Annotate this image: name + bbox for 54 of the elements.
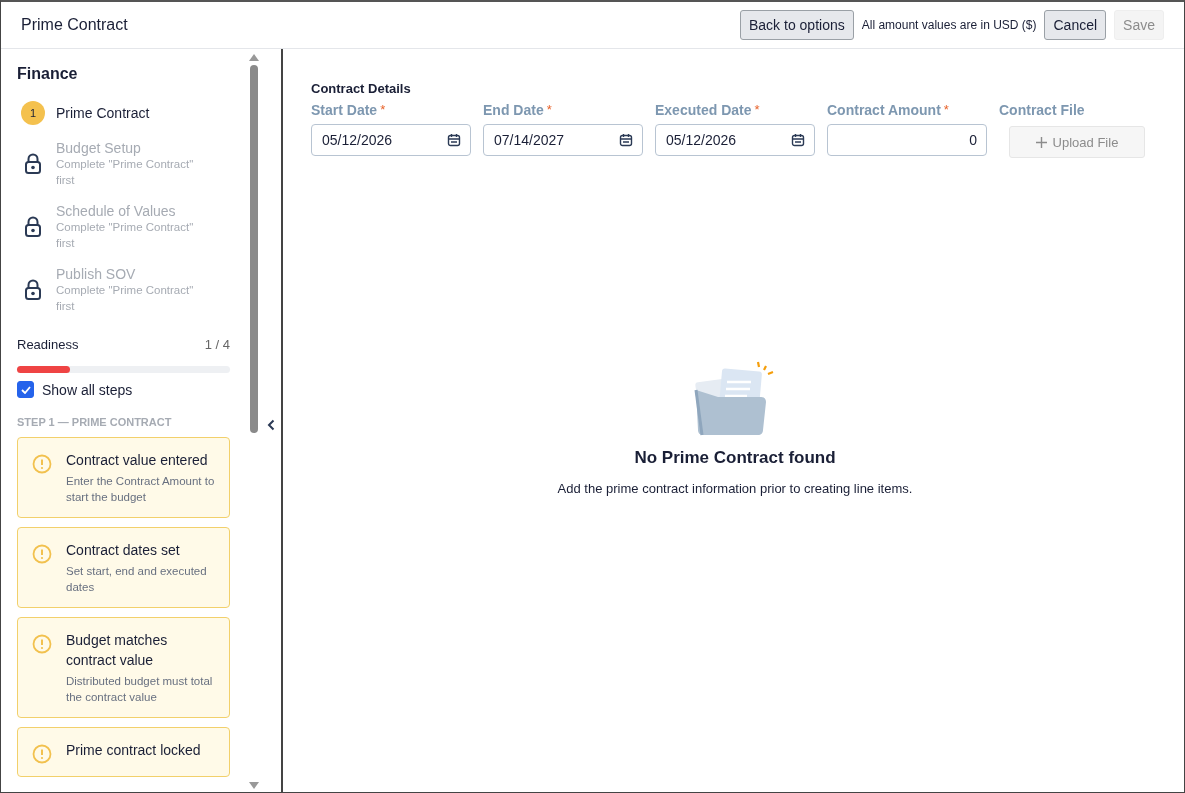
card-description: Enter the Contract Amount to start the budget xyxy=(66,474,215,505)
readiness-count: 1 / 4 xyxy=(204,337,230,352)
step-title[interactable]: Prime Contract xyxy=(56,105,150,121)
window-title: Prime Contract xyxy=(21,16,128,34)
card-title: Contract dates set xyxy=(66,541,181,560)
field-label: Contract File xyxy=(999,102,1085,118)
calendar-icon[interactable] xyxy=(447,133,461,147)
card-title: Budget matches contract value xyxy=(66,631,169,670)
section-heading: STEP 1 — PRIME CONTRACT xyxy=(17,416,173,428)
show-all-steps-checkbox[interactable] xyxy=(17,381,34,398)
lock-icon xyxy=(24,279,42,301)
cancel-button[interactable]: Cancel xyxy=(1044,10,1107,40)
warning-icon xyxy=(32,454,52,474)
card-title: Contract value entered xyxy=(66,451,209,470)
section-title: Contract Details xyxy=(311,81,412,96)
checkbox-label[interactable]: Show all steps xyxy=(42,381,133,398)
field-label: Executed Date xyxy=(655,102,752,118)
warning-icon xyxy=(32,634,52,654)
date-field[interactable]: 07/14/2027 xyxy=(483,124,643,156)
card-title: Prime contract locked xyxy=(66,741,201,760)
step-subtitle: Complete "Prime Contract" first xyxy=(56,157,195,188)
scrollbar[interactable] xyxy=(249,53,259,790)
readiness-label: Readiness xyxy=(17,337,79,352)
warning-icon xyxy=(32,544,52,564)
plus-icon xyxy=(1035,136,1047,148)
date-field[interactable]: 05/12/2026 xyxy=(311,124,471,156)
field-label: End Date xyxy=(483,102,544,118)
required-mark: * xyxy=(546,102,552,117)
calendar-icon[interactable] xyxy=(791,133,805,147)
currency-note: All amount values are in USD ($) xyxy=(861,18,1037,32)
step-subtitle: Complete "Prime Contract" first xyxy=(56,283,195,314)
lock-icon xyxy=(24,153,42,175)
card-description: Distributed budget must total the contract value xyxy=(66,674,214,705)
sidebar-title: Finance xyxy=(17,65,79,83)
required-mark: * xyxy=(380,102,386,117)
empty-state-title: No Prime Contract found xyxy=(634,448,836,468)
back-to-options-button[interactable]: Back to options xyxy=(740,10,854,40)
required-mark: * xyxy=(754,102,760,117)
scroll-down-icon[interactable] xyxy=(249,782,259,790)
scroll-up-icon[interactable] xyxy=(249,53,259,61)
amount-field[interactable]: 0 xyxy=(827,124,987,156)
field-label: Start Date xyxy=(311,102,378,118)
date-field[interactable]: 05/12/2026 xyxy=(655,124,815,156)
required-mark: * xyxy=(943,102,949,117)
collapse-chevron-icon[interactable] xyxy=(267,419,275,431)
card-description: Set start, end and executed dates xyxy=(66,564,208,595)
step-subtitle: Complete "Prime Contract" first xyxy=(56,220,195,251)
calendar-icon[interactable] xyxy=(619,133,633,147)
lock-icon xyxy=(24,216,42,238)
step-number-badge: 1 xyxy=(21,101,45,125)
checkmark-icon xyxy=(20,385,31,394)
empty-state-message: Add the prime contract information prior to creating line items. xyxy=(557,481,913,496)
warning-icon xyxy=(32,744,52,764)
field-label: Contract Amount xyxy=(827,102,941,118)
